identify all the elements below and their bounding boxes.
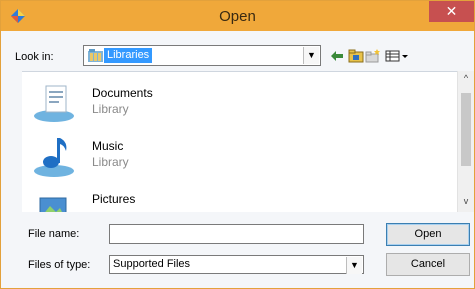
scroll-up-icon[interactable]: ^ — [458, 73, 474, 87]
files-of-type-label: Files of type: — [28, 259, 91, 271]
home-folder-icon[interactable] — [348, 48, 364, 64]
new-folder-icon[interactable] — [365, 48, 381, 64]
vertical-scrollbar[interactable]: ^ v — [457, 71, 474, 212]
files-of-type-dropdown[interactable]: Supported Files ▼ — [109, 255, 364, 274]
close-button[interactable]: ✕ — [429, 1, 474, 22]
file-name: Pictures — [92, 192, 136, 206]
list-item[interactable]: Music Library — [32, 133, 332, 183]
libraries-folder-icon — [88, 49, 103, 62]
chevron-down-icon[interactable]: ▼ — [303, 47, 319, 64]
file-name: Music — [92, 139, 124, 153]
files-of-type-value: Supported Files — [113, 258, 191, 270]
look-in-value: Libraries — [104, 48, 153, 63]
open-dialog: Open ✕ Look in: Libraries ▼ Documents Li… — [0, 0, 475, 289]
music-library-icon — [32, 133, 80, 181]
file-name-label: File name: — [28, 228, 80, 240]
file-list[interactable]: Documents Library Music Library Pictures — [22, 71, 471, 212]
look-in-dropdown[interactable]: Libraries ▼ — [83, 45, 321, 66]
documents-library-icon — [32, 80, 80, 128]
open-button[interactable]: Open — [386, 223, 470, 246]
file-name: Documents — [92, 86, 153, 100]
file-type: Library — [92, 155, 129, 169]
window-title: Open — [219, 8, 256, 25]
look-in-label: Look in: — [15, 51, 54, 63]
list-item[interactable]: Pictures — [32, 186, 332, 212]
file-type: Library — [92, 102, 129, 116]
cancel-button[interactable]: Cancel — [386, 253, 470, 276]
title-bar[interactable]: Open ✕ — [1, 1, 474, 31]
view-menu-icon[interactable] — [385, 48, 409, 64]
pictures-library-icon — [32, 186, 80, 212]
scroll-down-icon[interactable]: v — [458, 196, 474, 210]
scroll-thumb[interactable] — [461, 93, 471, 166]
list-item[interactable]: Documents Library — [32, 80, 332, 130]
up-one-level-icon[interactable] — [329, 48, 345, 64]
file-name-input[interactable] — [109, 224, 364, 244]
chevron-down-icon[interactable]: ▼ — [346, 257, 362, 274]
